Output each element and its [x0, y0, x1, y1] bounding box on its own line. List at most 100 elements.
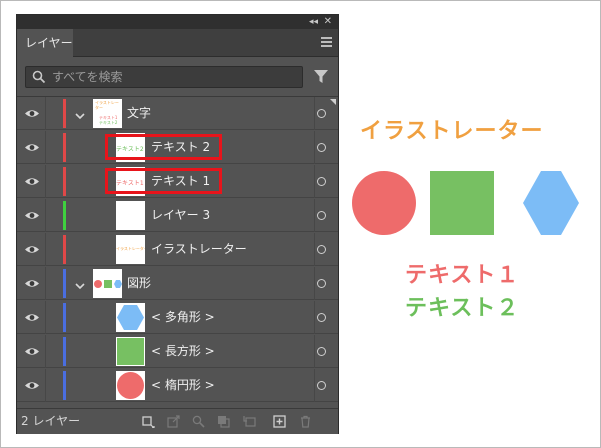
- column-divider: [45, 97, 46, 130]
- layer-row[interactable]: テキスト1 テキスト 1: [17, 165, 338, 198]
- panel-title-bar[interactable]: ◂◂ ✕: [17, 15, 338, 29]
- layer-color-bar: [63, 99, 66, 128]
- layer-row[interactable]: 図形: [17, 267, 338, 300]
- artwork-title-text[interactable]: イラストレーター: [360, 113, 544, 145]
- visibility-eye-icon[interactable]: [20, 301, 44, 334]
- layer-thumbnail: イラストレーター テキスト1 テキスト2: [93, 99, 122, 128]
- thumb-mini-text2: テキスト2: [99, 120, 118, 125]
- layer-thumbnail: [116, 371, 145, 400]
- layer-color-bar: [63, 303, 66, 332]
- target-circle-icon[interactable]: [317, 313, 326, 322]
- highlight-box: [105, 134, 222, 160]
- tab-layers[interactable]: レイヤー: [17, 29, 73, 57]
- layer-color-bar: [63, 133, 66, 162]
- layer-color-bar: [63, 269, 66, 298]
- column-divider: [314, 199, 315, 232]
- layer-color-bar: [63, 235, 66, 264]
- new-layer-icon[interactable]: [273, 415, 286, 428]
- layer-thumbnail: イラストレーター: [116, 235, 145, 264]
- visibility-eye-icon[interactable]: [20, 267, 44, 300]
- layer-color-bar: [63, 371, 66, 400]
- thumb-mini-title: イラストレーター: [116, 246, 145, 251]
- collect-for-export-icon[interactable]: [142, 415, 155, 428]
- visibility-eye-icon[interactable]: [20, 199, 44, 232]
- visibility-eye-icon[interactable]: [20, 165, 44, 198]
- layer-name[interactable]: < 長方形 >: [151, 335, 215, 368]
- blue-hexagon-shape[interactable]: [523, 171, 579, 235]
- visibility-eye-icon[interactable]: [20, 131, 44, 164]
- layer-row[interactable]: テキスト2 テキスト 2: [17, 131, 338, 164]
- red-circle-shape[interactable]: [352, 171, 416, 235]
- column-divider: [45, 335, 46, 368]
- target-circle-icon[interactable]: [317, 177, 326, 186]
- panel-menu-icon[interactable]: [321, 37, 332, 47]
- selection-corner-icon: [330, 99, 336, 105]
- column-divider: [45, 301, 46, 334]
- visibility-eye-icon[interactable]: [20, 335, 44, 368]
- layer-thumbnail: [116, 337, 145, 366]
- column-divider: [314, 97, 315, 130]
- layer-thumbnail: [116, 303, 145, 332]
- target-circle-icon[interactable]: [317, 347, 326, 356]
- export-icon[interactable]: [167, 415, 180, 428]
- layer-name[interactable]: イラストレーター: [151, 233, 247, 266]
- filter-icon[interactable]: [314, 70, 328, 84]
- new-sublayer-icon[interactable]: [243, 415, 256, 428]
- layer-list: イラストレーター テキスト1 テキスト2 文字 テキスト2 テキスト 2 テキスト1 テキスト…: [17, 96, 338, 408]
- layer-color-bar: [63, 337, 66, 366]
- target-circle-icon[interactable]: [317, 211, 326, 220]
- layer-row[interactable]: イラストレーター テキスト1 テキスト2 文字: [17, 97, 338, 130]
- layer-row[interactable]: < 楕円形 >: [17, 369, 338, 402]
- layers-panel: ◂◂ ✕ レイヤー イラストレーターテキスト1テキスト2文字テキスト2テキスト …: [16, 14, 339, 434]
- panel-tab-row: レイヤー: [17, 29, 338, 57]
- target-circle-icon[interactable]: [317, 109, 326, 118]
- column-divider: [45, 267, 46, 300]
- column-divider: [314, 131, 315, 164]
- layer-count: 2 レイヤー: [21, 414, 81, 428]
- artwork-text-2[interactable]: テキスト２: [405, 290, 519, 322]
- layer-color-bar: [63, 201, 66, 230]
- visibility-eye-icon[interactable]: [20, 233, 44, 266]
- collapse-panel-icon[interactable]: ◂◂: [309, 15, 318, 29]
- target-circle-icon[interactable]: [317, 381, 326, 390]
- clipping-mask-icon[interactable]: [217, 415, 230, 428]
- locate-object-icon[interactable]: [192, 415, 205, 428]
- close-panel-icon[interactable]: ✕: [324, 15, 332, 29]
- column-divider: [314, 301, 315, 334]
- layer-name[interactable]: 文字: [127, 97, 151, 130]
- search-icon: [32, 70, 46, 84]
- column-divider: [314, 335, 315, 368]
- column-divider: [314, 233, 315, 266]
- thumb-mini-title: イラストレーター: [95, 100, 119, 110]
- panel-footer: 2 レイヤー: [17, 408, 338, 434]
- layer-row[interactable]: < 長方形 >: [17, 335, 338, 368]
- target-circle-icon[interactable]: [317, 279, 326, 288]
- layer-thumbnail: [116, 201, 145, 230]
- column-divider: [45, 199, 46, 232]
- column-divider: [45, 131, 46, 164]
- highlight-box: [105, 168, 222, 194]
- layer-thumbnail: [93, 269, 122, 298]
- artwork-text-1[interactable]: テキスト１: [405, 257, 519, 289]
- green-square-shape[interactable]: [430, 171, 494, 235]
- search-box[interactable]: [25, 66, 303, 88]
- column-divider: [314, 369, 315, 402]
- visibility-eye-icon[interactable]: [20, 97, 44, 130]
- chevron-down-icon[interactable]: [74, 107, 86, 120]
- layer-row[interactable]: レイヤー 3: [17, 199, 338, 232]
- layer-name[interactable]: < 楕円形 >: [151, 369, 215, 402]
- target-circle-icon[interactable]: [317, 245, 326, 254]
- delete-layer-icon[interactable]: [299, 415, 312, 428]
- search-input[interactable]: [52, 68, 292, 86]
- chevron-down-icon[interactable]: [74, 277, 86, 290]
- search-row: [17, 58, 338, 96]
- layer-name[interactable]: 図形: [127, 267, 151, 300]
- artwork-shapes: [352, 171, 579, 235]
- target-circle-icon[interactable]: [317, 143, 326, 152]
- layer-row[interactable]: < 多角形 >: [17, 301, 338, 334]
- layer-name[interactable]: レイヤー 3: [151, 199, 210, 232]
- visibility-eye-icon[interactable]: [20, 369, 44, 402]
- layer-name[interactable]: < 多角形 >: [151, 301, 215, 334]
- layer-color-bar: [63, 167, 66, 196]
- layer-row[interactable]: イラストレーター イラストレーター: [17, 233, 338, 266]
